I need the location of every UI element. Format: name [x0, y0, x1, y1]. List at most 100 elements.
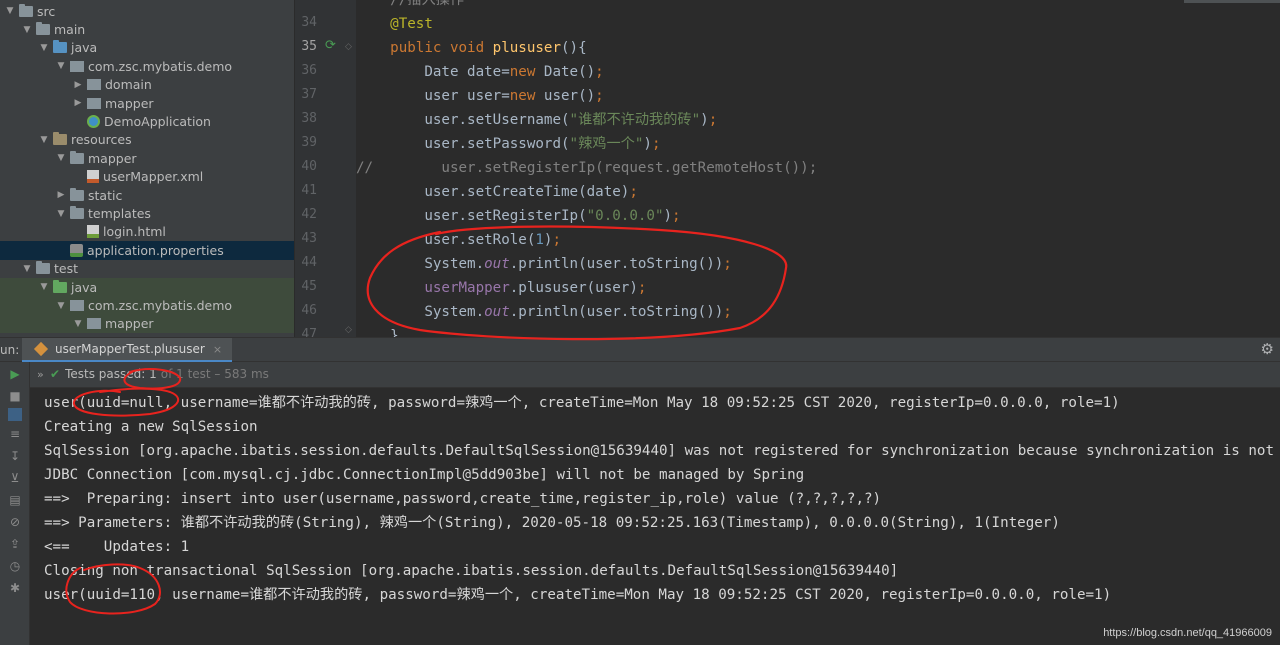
- clear-icon[interactable]: ⊘: [8, 516, 22, 529]
- folder-res-icon: [53, 132, 67, 146]
- line-number: 46: [301, 303, 317, 318]
- tests-passed-label: Tests passed: 1: [65, 367, 157, 381]
- console-line: Closing non transactional SqlSession [or…: [44, 563, 899, 579]
- project-tree: ▼ src ▼ main ▼ java ▼ com.zsc.mybatis.demo ▶ doma…: [0, 0, 294, 337]
- tree-item-label: src: [37, 3, 56, 19]
- tab-run-config[interactable]: userMapperTest.plususer ×: [22, 338, 233, 363]
- collapsed-arrow-icon[interactable]: ▶: [72, 98, 84, 108]
- editor-gutter: ⟳ ◇ ◇ 34 35 36 37 38 39 40 41 42 43 44 45 46 47: [294, 0, 356, 342]
- gear-icon[interactable]: ⚙: [1261, 340, 1274, 358]
- line-number: 44: [301, 255, 317, 270]
- tree-item[interactable]: ▶ static: [0, 186, 294, 204]
- expanded-arrow-icon[interactable]: ▼: [55, 153, 67, 163]
- expanded-arrow-icon[interactable]: ▼: [72, 319, 84, 329]
- code-editor[interactable]: //插入操作 @Test public void plususer(){ Dat…: [356, 0, 1280, 337]
- code-line: user.setUsername("谁都不许动我的砖");: [356, 112, 718, 128]
- tab-label: userMapperTest.plususer: [55, 342, 205, 356]
- tree-item[interactable]: ▼ java: [0, 39, 294, 57]
- collapsed-arrow-icon[interactable]: ▶: [72, 80, 84, 90]
- run-toolbar: ▶ ■ ≡ ↧ ⊻ ▤ ⊘ ⇪ ◷ ✱: [0, 362, 30, 645]
- collapsed-arrow-icon[interactable]: ▶: [55, 190, 67, 200]
- tree-item-label: main: [54, 22, 86, 38]
- stop-icon[interactable]: ■: [8, 390, 22, 403]
- folder-blue-icon: [53, 40, 67, 54]
- tree-item[interactable]: ▼ test: [0, 260, 294, 278]
- history-icon[interactable]: ◷: [8, 560, 22, 573]
- tree-item-label: mapper: [105, 316, 154, 332]
- pkg-icon: [70, 60, 84, 72]
- expanded-arrow-icon[interactable]: ▼: [55, 301, 67, 311]
- fold-marker-icon[interactable]: ◇: [345, 325, 352, 335]
- line-number: 37: [301, 87, 317, 102]
- run-test-gutter-icon[interactable]: ⟳: [325, 38, 336, 53]
- tree-item-label: resources: [71, 132, 132, 148]
- sort-icon[interactable]: ≡: [8, 428, 22, 441]
- tree-item[interactable]: ▼ com.zsc.mybatis.demo: [0, 296, 294, 315]
- console-output[interactable]: user(uuid=null, username=谁都不许动我的砖, passw…: [30, 389, 1280, 645]
- code-line: }: [356, 328, 399, 337]
- settings-icon[interactable]: ✱: [8, 582, 22, 595]
- pkg-icon: [87, 318, 101, 330]
- tree-item-label: mapper: [105, 95, 154, 111]
- code-line: user user=new user();: [356, 88, 604, 104]
- expanded-arrow-icon[interactable]: ▼: [38, 135, 50, 145]
- tree-item[interactable]: ▶userMapper.xml: [0, 168, 294, 186]
- tree-item[interactable]: ▼ main: [0, 20, 294, 38]
- xml-icon: [87, 170, 99, 184]
- tree-item[interactable]: ▶ domain: [0, 76, 294, 94]
- tree-item-label: java: [71, 40, 98, 56]
- rerun-icon[interactable]: ▶: [8, 368, 22, 381]
- tree-item[interactable]: ▶application.properties: [0, 241, 294, 260]
- pkg-icon: [87, 97, 101, 109]
- code-line: // user.setRegisterIp(request.getRemoteH…: [356, 160, 818, 176]
- show-passed-toggle-icon[interactable]: [8, 408, 22, 421]
- folder-icon: [36, 22, 50, 36]
- tree-item[interactable]: ▶login.html: [0, 223, 294, 241]
- expanded-arrow-icon[interactable]: ▼: [38, 43, 50, 53]
- tree-item[interactable]: ▼ mapper: [0, 149, 294, 167]
- tree-item[interactable]: ▼ resources: [0, 131, 294, 149]
- folder-green-icon: [53, 279, 67, 293]
- code-line: user.setRegisterIp("0.0.0.0");: [356, 208, 681, 224]
- tree-item[interactable]: ▼ java: [0, 278, 294, 297]
- html-icon: [87, 225, 99, 239]
- close-tab-icon[interactable]: ×: [213, 343, 222, 356]
- test-config-icon: [33, 341, 49, 357]
- pkg-icon: [70, 300, 84, 312]
- expanded-arrow-icon[interactable]: ▼: [55, 209, 67, 219]
- line-number: 35: [301, 39, 317, 54]
- tests-detail-label: of 1 test – 583 ms: [160, 367, 269, 381]
- console-line: JDBC Connection [com.mysql.cj.jdbc.Conne…: [44, 467, 805, 483]
- expanded-arrow-icon[interactable]: ▼: [21, 264, 33, 274]
- expanded-arrow-icon[interactable]: ▼: [38, 282, 50, 292]
- tree-item[interactable]: ▶DemoApplication: [0, 112, 294, 130]
- folder-icon: [70, 206, 84, 220]
- tree-item-label: application.properties: [87, 242, 224, 258]
- code-line: user.setCreateTime(date);: [356, 184, 638, 200]
- expanded-arrow-icon[interactable]: ▼: [21, 25, 33, 35]
- tree-item[interactable]: ▶ mapper: [0, 94, 294, 112]
- filter-icon[interactable]: ⊻: [8, 472, 22, 485]
- line-number: 40: [301, 159, 317, 174]
- tree-item[interactable]: ▼ templates: [0, 204, 294, 222]
- code-line: user.setRole(1);: [356, 232, 562, 248]
- tree-item[interactable]: ▼ com.zsc.mybatis.demo: [0, 57, 294, 75]
- tree-item[interactable]: ▼ mapper: [0, 314, 294, 334]
- print-icon[interactable]: ▤: [8, 494, 22, 507]
- fold-marker-icon[interactable]: ◇: [345, 42, 352, 52]
- test-status-bar: » ✔ Tests passed: 1 of 1 test – 583 ms: [30, 362, 1280, 388]
- console-line: ==> Parameters: 谁都不许动我的砖(String), 辣鸡一个(S…: [44, 515, 1060, 531]
- expanded-arrow-icon[interactable]: ▼: [4, 6, 16, 16]
- line-number: 42: [301, 207, 317, 222]
- line-number: 43: [301, 231, 317, 246]
- expand-icon[interactable]: »: [37, 368, 44, 381]
- expanded-arrow-icon[interactable]: ▼: [55, 61, 67, 71]
- code-line: public void plususer(){: [390, 40, 587, 56]
- scroll-to-end-icon[interactable]: ↧: [8, 450, 22, 463]
- props-icon: [70, 243, 83, 257]
- editor-scrollbar[interactable]: [1184, 0, 1280, 3]
- test-status: ✔ Tests passed: 1 of 1 test – 583 ms: [50, 367, 269, 381]
- tree-item[interactable]: ▼ src: [0, 2, 294, 20]
- tree-item-label: com.zsc.mybatis.demo: [88, 298, 233, 314]
- export-icon[interactable]: ⇪: [8, 538, 22, 551]
